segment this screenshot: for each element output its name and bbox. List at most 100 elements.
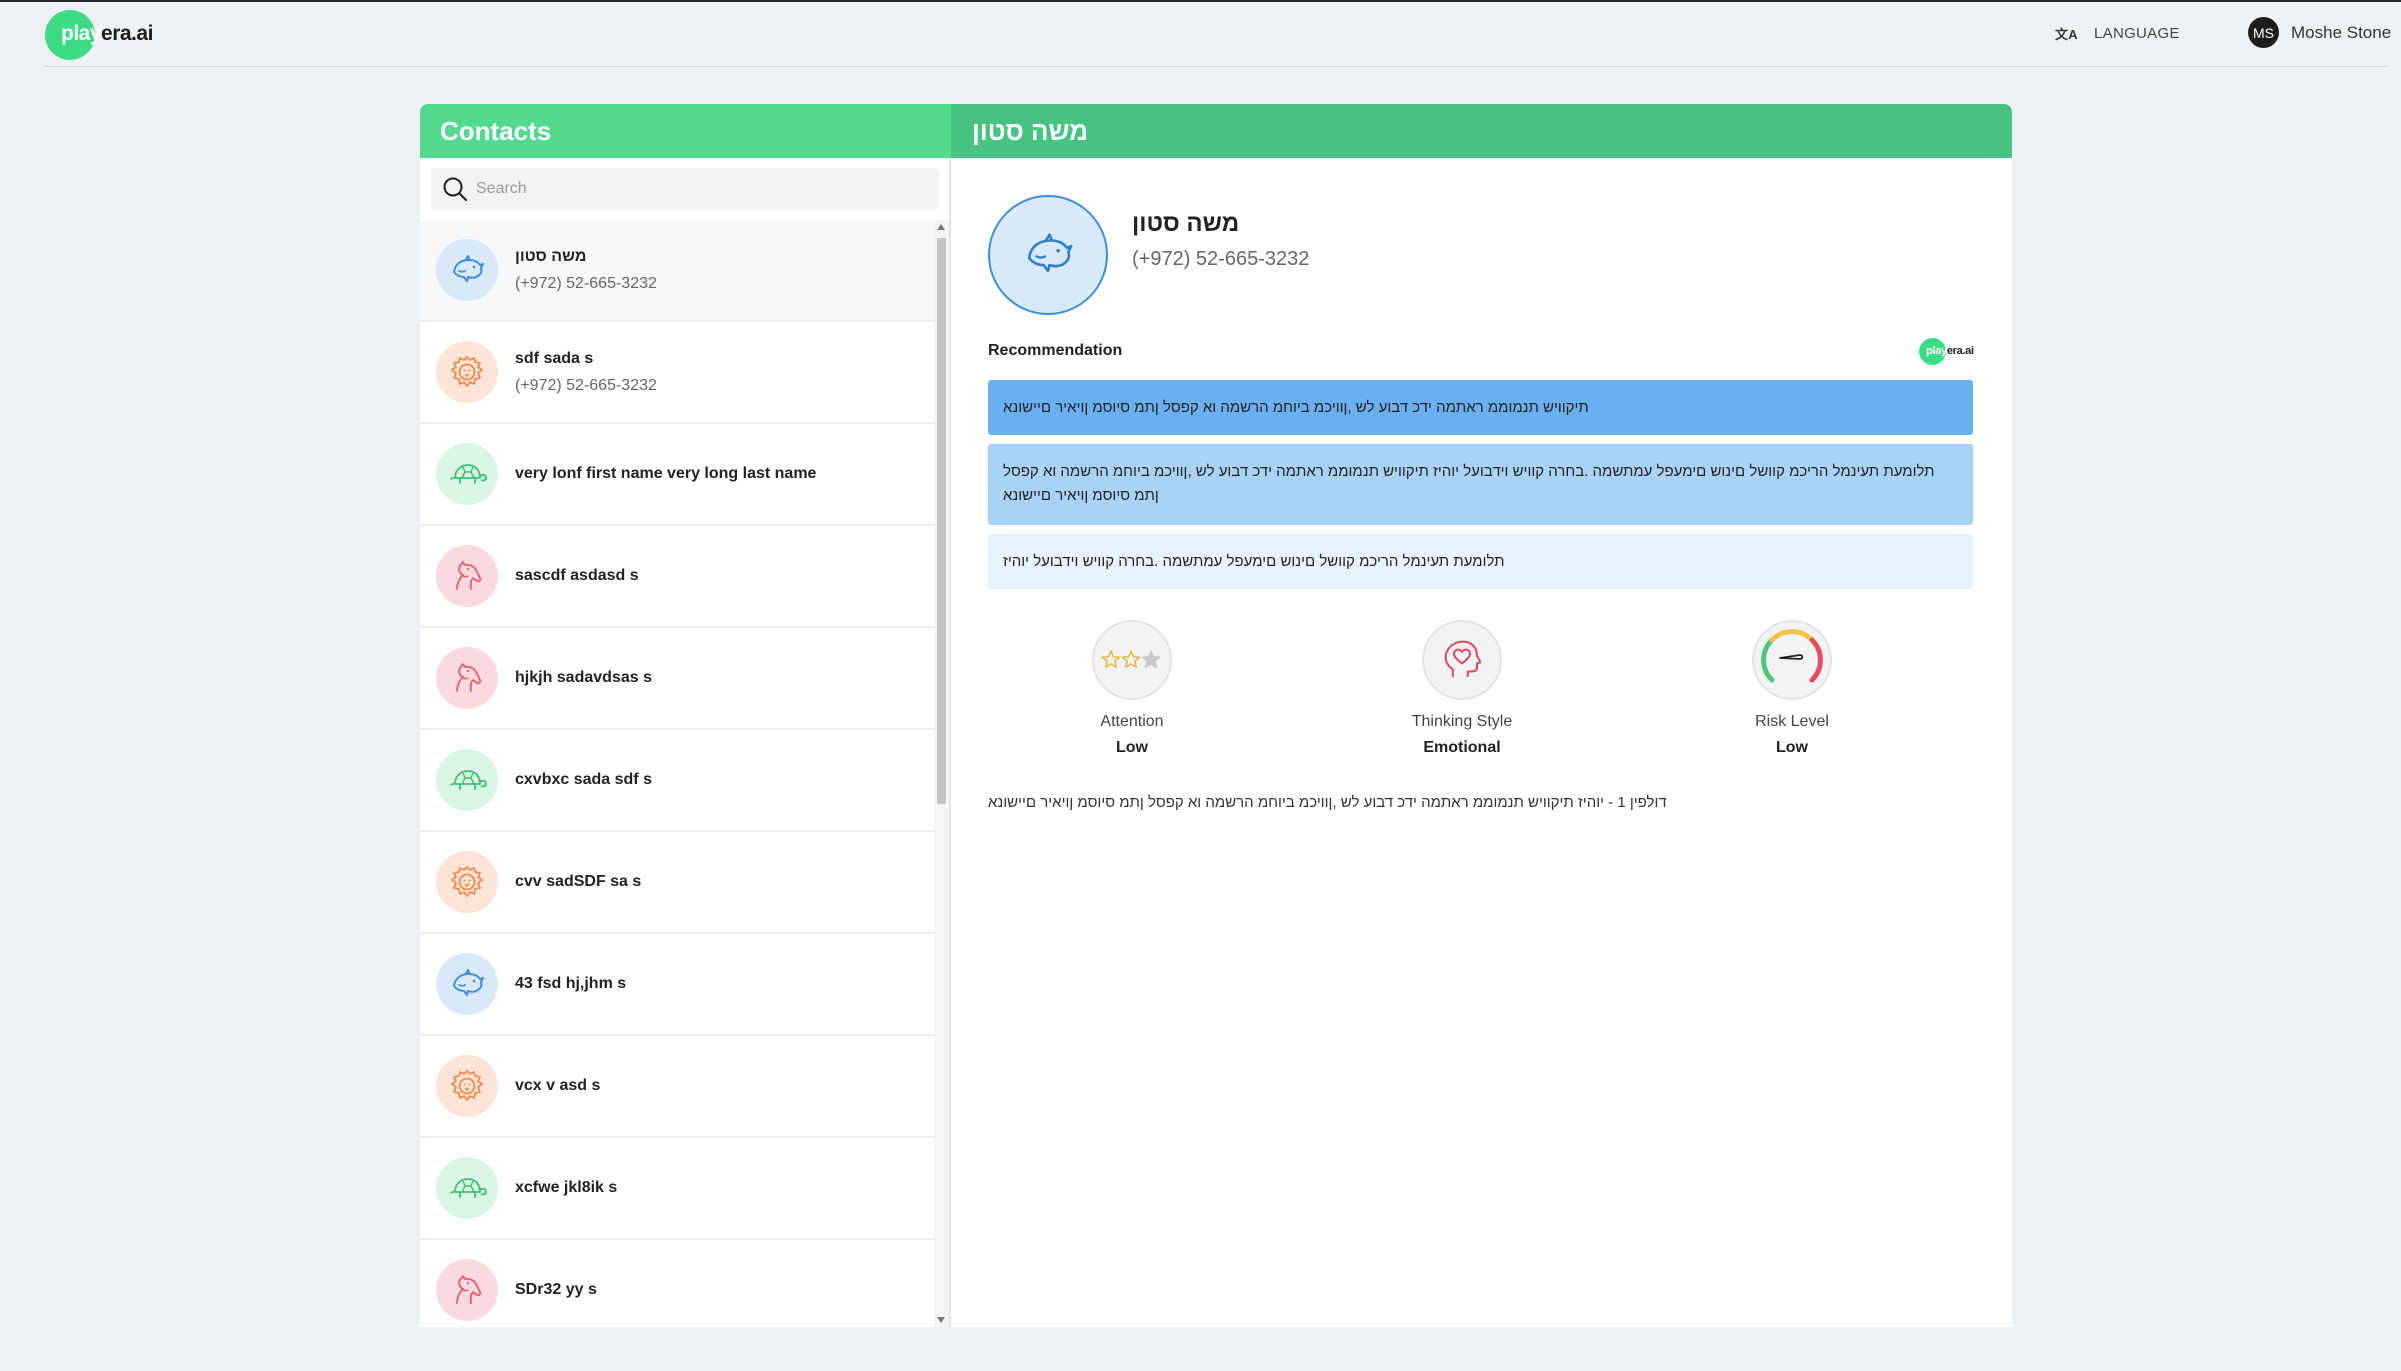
- contact-avatar: [436, 749, 498, 811]
- horse-icon: [456, 663, 482, 692]
- horse-icon: [456, 561, 482, 590]
- risk-level-metric: Risk Level Low: [1712, 620, 1872, 757]
- thinking-style-circle: [1422, 620, 1502, 700]
- contact-avatar: [436, 647, 498, 709]
- recommendation-title: Recommendation: [988, 342, 1123, 359]
- recommendation-item: תיקוויש תנמוממ ראתמה ידכ דבוע לש ,ןוויכמ…: [988, 380, 1973, 435]
- header-divider: [44, 66, 2387, 67]
- gauge-icon: [1761, 629, 1823, 683]
- star-empty-icon: [1141, 650, 1161, 669]
- logo-text: playera.ai: [61, 22, 153, 45]
- contact-avatar: [436, 239, 498, 301]
- thinking-style-metric: Thinking Style Emotional: [1382, 620, 1542, 757]
- search-box[interactable]: [431, 168, 939, 210]
- contact-avatar: [436, 545, 498, 607]
- contact-list-item[interactable]: משה סטון (+972) 52-665-3232: [420, 220, 934, 322]
- contact-list-item[interactable]: vcx v asd s: [420, 1036, 934, 1138]
- attention-circle: [1092, 620, 1172, 700]
- contact-name: 43 fsd hj,jhm s: [515, 975, 627, 992]
- contact-list-item[interactable]: SDr32 yy s: [420, 1240, 934, 1327]
- dolphin-icon: [1027, 233, 1073, 273]
- contact-list-item[interactable]: 43 fsd hj,jhm s: [420, 934, 934, 1036]
- contact-phone: (+972) 52-665-3232: [1132, 248, 1310, 270]
- contact-avatar: [436, 341, 498, 403]
- dolphin-icon: [453, 969, 484, 996]
- contact-text: cxvbxc sada sdf s: [515, 771, 652, 789]
- user-avatar: MS: [2248, 17, 2279, 48]
- contacts-panel: משה סטון (+972) 52-665-3232 sdf sada s (+97…: [420, 158, 951, 1327]
- contact-avatar: [436, 1259, 498, 1321]
- contact-list-scrollbar[interactable]: [934, 220, 949, 1327]
- scroll-thumb[interactable]: [937, 238, 946, 804]
- contact-list-item[interactable]: hjkjh sadavdsas s: [420, 628, 934, 730]
- recommendation-item: תלומעת תעינמל הריכמ קוושל םינוש םימעפל ע…: [988, 444, 1973, 525]
- contact-text: SDr32 yy s: [515, 1281, 597, 1299]
- contact-avatar: [436, 443, 498, 505]
- contact-text: xcfwe jkl8ik s: [515, 1179, 617, 1197]
- metric-label: Thinking Style: [1411, 713, 1513, 730]
- scroll-up-arrow[interactable]: [937, 224, 945, 230]
- detail-header-title: משה סטון: [951, 104, 2012, 158]
- contact-list-item[interactable]: xcfwe jkl8ik s: [420, 1138, 934, 1240]
- contact-list-item[interactable]: very lonf first name very long last name: [420, 424, 934, 526]
- contact-phone: (+972) 52-665-3232: [515, 376, 657, 394]
- turtle-icon: [450, 1178, 487, 1198]
- contact-name: משה סטון: [1132, 210, 1240, 237]
- horse-icon: [456, 1275, 482, 1304]
- contact-name: vcx v asd s: [515, 1077, 601, 1094]
- search-icon: [443, 177, 468, 202]
- contact-avatar: [988, 195, 1108, 315]
- metric-value: Low: [1776, 739, 1808, 756]
- stars-icon: [1101, 650, 1161, 669]
- contact-list: משה סטון (+972) 52-665-3232 sdf sada s (+97…: [420, 220, 934, 1327]
- turtle-icon: [450, 770, 487, 790]
- contact-text: cvv sadSDF sa s: [515, 873, 641, 891]
- search-input[interactable]: [476, 180, 916, 198]
- language-button[interactable]: 文A LANGUAGE: [2055, 24, 2180, 43]
- recommendation-logo: playera.ai: [1919, 338, 1974, 366]
- contact-name: SDr32 yy s: [515, 1281, 597, 1298]
- top-bar: playera.ai 文A LANGUAGE MS Moshe Stone: [0, 2, 2401, 68]
- recommendation-item: תלומעת תעינמל הריכמ קוושל םינוש םימעפל ע…: [988, 534, 1973, 589]
- contact-name: xcfwe jkl8ik s: [515, 1179, 618, 1196]
- lion-icon: [451, 1070, 483, 1101]
- app-logo[interactable]: playera.ai: [45, 10, 153, 60]
- dolphin-icon: [453, 255, 484, 282]
- user-name: Moshe Stone: [2291, 22, 2392, 42]
- contact-name: very lonf first name very long last name: [515, 465, 817, 482]
- contact-text: 43 fsd hj,jhm s: [515, 975, 626, 993]
- metric-value: Emotional: [1423, 739, 1501, 756]
- metric-label: Risk Level: [1755, 713, 1829, 730]
- user-menu[interactable]: MS Moshe Stone: [2248, 17, 2391, 48]
- contact-avatar: [436, 1055, 498, 1117]
- recommendation-logo-text: playera.ai: [1926, 345, 1974, 357]
- contact-list-item[interactable]: cxvbxc sada sdf s: [420, 730, 934, 832]
- contact-avatar: [436, 1157, 498, 1219]
- contact-text: sascdf asdasd s: [515, 567, 639, 585]
- star-outline-icon: [1101, 650, 1121, 669]
- contact-avatar: [436, 851, 498, 913]
- risk-level-circle: [1752, 620, 1832, 700]
- contact-list-item[interactable]: sascdf asdasd s: [420, 526, 934, 628]
- contact-text: very lonf first name very long last name: [515, 465, 816, 483]
- contact-detail-panel: משה סטון (+972) 52-665-3232 Recommendati…: [953, 158, 2012, 1327]
- contact-name: hjkjh sadavdsas s: [515, 669, 652, 686]
- heart-head-icon: [1444, 640, 1482, 678]
- scroll-down-arrow[interactable]: [937, 1317, 945, 1323]
- contact-name: cvv sadSDF sa s: [515, 873, 642, 890]
- lion-icon: [451, 866, 483, 897]
- animal-description: דולפין 1 - יוהיז תיקוויש תנמוממ ראתמה יד…: [988, 794, 1667, 811]
- lion-icon: [451, 356, 483, 387]
- contact-avatar: [436, 953, 498, 1015]
- contact-list-item[interactable]: cvv sadSDF sa s: [420, 832, 934, 934]
- contact-list-item[interactable]: sdf sada s (+972) 52-665-3232: [420, 322, 934, 424]
- contact-name: sascdf asdasd s: [515, 567, 639, 584]
- contact-name: sdf sada s: [515, 349, 594, 367]
- contact-text: sdf sada s (+972) 52-665-3232: [515, 350, 657, 395]
- language-label: LANGUAGE: [2094, 25, 2180, 42]
- translate-icon: 文A: [2055, 27, 2078, 42]
- contacts-card: Contacts משה סטון משה סטון (+972) 52-665-…: [420, 104, 2012, 1327]
- contact-phone: (+972) 52-665-3232: [515, 274, 657, 292]
- contact-name: משה סטון: [515, 247, 587, 265]
- star-outline-icon: [1121, 650, 1141, 669]
